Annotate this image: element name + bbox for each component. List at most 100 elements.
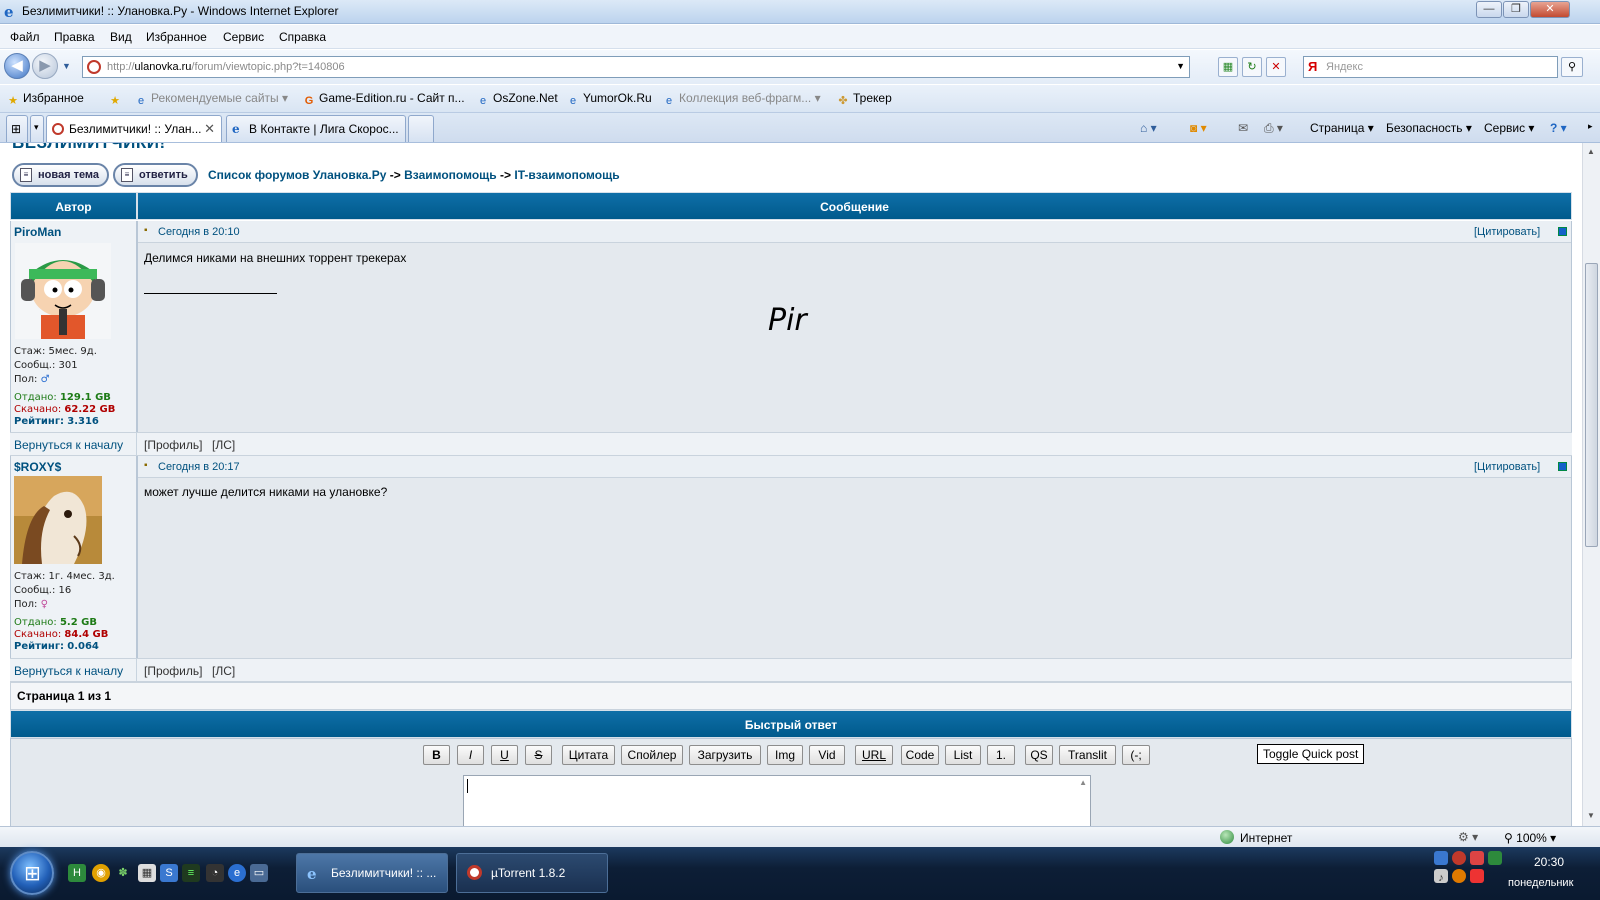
back-to-top-link[interactable]: Вернуться к началу xyxy=(14,438,123,452)
forward-button[interactable]: ▶ xyxy=(32,53,58,79)
toolbar-safety-menu[interactable]: Безопасность ▾ xyxy=(1386,121,1472,135)
quicklaunch-icon[interactable]: ◔ xyxy=(206,864,224,882)
menu-tools[interactable]: Сервис xyxy=(223,30,264,44)
help-icon[interactable]: ? ▾ xyxy=(1550,121,1567,135)
reply-textarea[interactable]: ▲ xyxy=(463,775,1091,826)
maximize-button[interactable]: ❐ xyxy=(1503,1,1529,18)
toolbar-tools-menu[interactable]: Сервис ▾ xyxy=(1484,121,1534,135)
fav-oszone[interactable]: e OsZone.Net xyxy=(476,91,558,108)
toggle-quick-post-button[interactable]: Toggle Quick post xyxy=(1257,744,1365,764)
tray-icon[interactable] xyxy=(1452,869,1466,883)
quick-tabs-button[interactable]: ⊞ xyxy=(6,115,28,142)
clock-time[interactable]: 20:30 xyxy=(1534,855,1564,869)
quicklaunch-icon[interactable]: H xyxy=(68,864,86,882)
list-button[interactable]: List xyxy=(945,745,981,765)
post-author-name[interactable]: $ROXY$ xyxy=(14,460,61,474)
reply-button[interactable]: ≡ ответить xyxy=(113,163,198,187)
quicklaunch-icon[interactable]: ≡ xyxy=(182,864,200,882)
more-chevron-icon[interactable]: ▸ xyxy=(1588,121,1593,132)
pm-link[interactable]: [ЛС] xyxy=(212,664,235,678)
tray-utorrent-icon[interactable] xyxy=(1452,851,1466,865)
tab-vkontakte[interactable]: e В Контакте | Лига Скорос... xyxy=(226,115,406,142)
quicklaunch-icon[interactable]: e xyxy=(228,864,246,882)
menu-view[interactable]: Вид xyxy=(110,30,132,44)
italic-button[interactable]: I xyxy=(457,745,484,765)
quicklaunch-icon[interactable]: S xyxy=(160,864,178,882)
tray-icon[interactable] xyxy=(1470,869,1484,883)
vid-button[interactable]: Vid xyxy=(809,745,845,765)
fav-game-edition[interactable]: G Game-Edition.ru - Сайт п... xyxy=(302,91,465,108)
url-dropdown-icon[interactable]: ▼ xyxy=(1176,61,1185,71)
breadcrumb-mutual-help[interactable]: Взаимопомощь xyxy=(404,168,497,182)
scrollbar-thumb[interactable] xyxy=(1585,263,1598,547)
quicklaunch-icon[interactable]: ✽ xyxy=(114,864,132,882)
post-time[interactable]: Сегодня в 20:17 xyxy=(158,461,240,473)
quicklaunch-icon[interactable]: ▦ xyxy=(138,864,156,882)
quicklaunch-icon[interactable]: ◉ xyxy=(92,864,110,882)
stop-icon[interactable]: ✕ xyxy=(1266,57,1286,77)
close-tab-icon[interactable]: ✕ xyxy=(204,121,215,137)
taskbar-ie-window[interactable]: e Безлимитчики! :: ... xyxy=(296,853,448,893)
new-topic-button[interactable]: ≡ новая тема xyxy=(12,163,110,187)
fav-recommended[interactable]: e Рекомендуемые сайты ▾ xyxy=(134,91,288,108)
spoiler-button[interactable]: Спойлер xyxy=(621,745,683,765)
quote-tag-button[interactable]: Цитата xyxy=(562,745,615,765)
smilies-button[interactable]: (-; xyxy=(1122,745,1150,765)
zoom-level[interactable]: ⚲ 100% ▾ xyxy=(1504,831,1556,845)
code-button[interactable]: Code xyxy=(901,745,939,765)
profile-link[interactable]: [Профиль] xyxy=(144,664,202,678)
add-favorite-icon[interactable]: ★ xyxy=(108,91,125,108)
menu-edit[interactable]: Правка xyxy=(54,30,95,44)
translit-button[interactable]: Translit xyxy=(1059,745,1116,765)
post-author-name[interactable]: PiroMan xyxy=(14,225,61,239)
tray-icon[interactable] xyxy=(1470,851,1484,865)
tray-icon[interactable] xyxy=(1488,851,1502,865)
bold-button[interactable]: B xyxy=(423,745,450,765)
tray-volume-icon[interactable]: ♪ xyxy=(1434,869,1448,884)
breadcrumb-forums[interactable]: Список форумов Улановка.Ру xyxy=(208,168,386,182)
feeds-icon[interactable]: ◙ ▾ xyxy=(1190,121,1207,135)
pm-link[interactable]: [ЛС] xyxy=(212,438,235,452)
compat-view-icon[interactable]: ▦ xyxy=(1218,57,1238,77)
tab-bezlimitchiki[interactable]: Безлимитчики! :: Улан... ✕ xyxy=(46,115,222,142)
start-button[interactable]: ⊞ xyxy=(10,851,54,895)
toolbar-page-menu[interactable]: Страница ▾ xyxy=(1310,121,1374,135)
fav-yumorok[interactable]: e YumorOk.Ru xyxy=(566,91,652,108)
numbered-list-button[interactable]: 1. xyxy=(987,745,1015,765)
tray-network-icon[interactable] xyxy=(1434,851,1448,865)
minimize-button[interactable]: — xyxy=(1476,1,1502,18)
post-time[interactable]: Сегодня в 20:10 xyxy=(158,226,240,238)
fav-web-slices[interactable]: e Коллекция веб-фрагм... ▾ xyxy=(662,91,821,108)
fav-tracker[interactable]: ✤ Трекер xyxy=(836,91,891,108)
scroll-up-icon[interactable]: ▲ xyxy=(1079,778,1087,787)
refresh-icon[interactable]: ↻ xyxy=(1242,57,1262,77)
page-scrollbar[interactable]: ▲ ▼ xyxy=(1582,143,1600,826)
scroll-up-icon[interactable]: ▲ xyxy=(1587,147,1595,156)
breadcrumb-it-help[interactable]: IT-взаимопомощь xyxy=(514,168,619,182)
print-icon[interactable]: ⎙ ▾ xyxy=(1264,121,1283,136)
quote-button[interactable]: [Цитировать] xyxy=(1474,461,1540,473)
upload-button[interactable]: Загрузить xyxy=(689,745,761,765)
history-dropdown-icon[interactable]: ▼ xyxy=(62,61,71,71)
search-go-icon[interactable]: ⚲ xyxy=(1561,57,1583,77)
mail-icon[interactable]: ✉ xyxy=(1238,121,1248,135)
menu-favorites[interactable]: Избранное xyxy=(146,30,207,44)
back-button[interactable]: ◀ xyxy=(4,53,30,79)
favorites-button[interactable]: ★ Избранное xyxy=(6,91,84,108)
new-tab-button[interactable] xyxy=(408,115,434,142)
back-to-top-link[interactable]: Вернуться к началу xyxy=(14,664,123,678)
underline-button[interactable]: U xyxy=(491,745,518,765)
quote-button[interactable]: [Цитировать] xyxy=(1474,226,1540,238)
url-button[interactable]: URL xyxy=(855,745,893,765)
menu-file[interactable]: Файл xyxy=(10,30,40,44)
close-button[interactable]: ✕ xyxy=(1530,1,1570,18)
qs-button[interactable]: QS xyxy=(1025,745,1053,765)
menu-help[interactable]: Справка xyxy=(279,30,326,44)
tab-list-dropdown[interactable]: ▾ xyxy=(30,115,44,142)
protected-mode-icon[interactable]: ⚙ ▾ xyxy=(1458,830,1478,844)
taskbar-utorrent-window[interactable]: µTorrent 1.8.2 xyxy=(456,853,608,893)
img-button[interactable]: Img xyxy=(767,745,803,765)
show-desktop-icon[interactable]: ▭ xyxy=(250,864,268,882)
url-input[interactable]: http://ulanovka.ru/forum/viewtopic.php?t… xyxy=(82,56,1190,78)
scroll-down-icon[interactable]: ▼ xyxy=(1587,811,1595,820)
